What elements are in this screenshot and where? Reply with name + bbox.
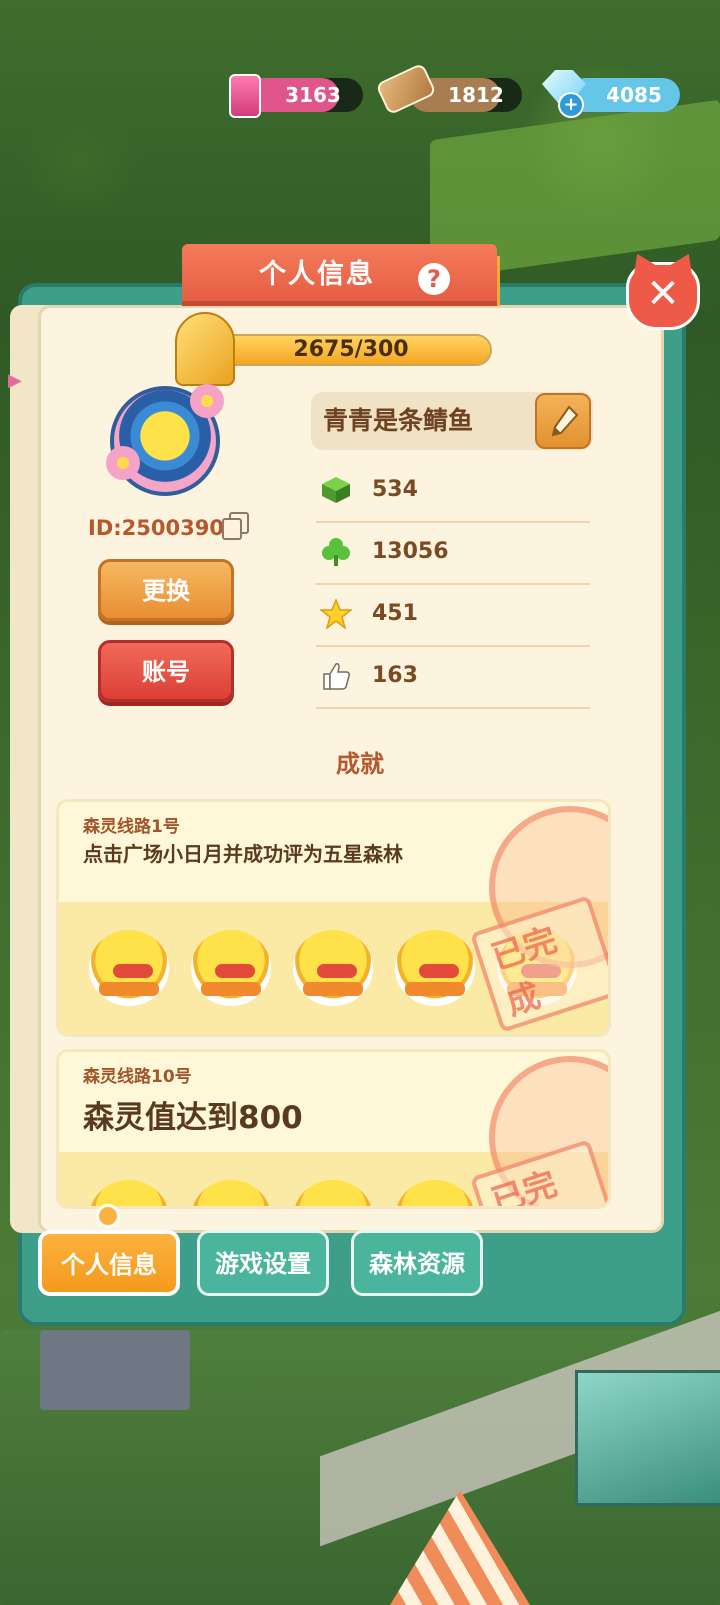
achievement-card[interactable]: 森灵线路1号 点击广场小日月并成功评为五星森林 已完成 — [56, 799, 611, 1037]
active-tab-indicator — [96, 1204, 120, 1228]
level-progress-text: 2675/300 — [293, 337, 409, 362]
wood-resource-counter[interactable]: 1812 — [375, 62, 522, 116]
avatar[interactable] — [106, 384, 224, 496]
ink-bottle-icon — [229, 74, 261, 118]
add-gem-icon[interactable]: + — [558, 92, 584, 118]
clover-icon — [322, 538, 350, 566]
likes-value: 163 — [372, 663, 418, 688]
stat-row-clover: 13056 — [316, 521, 590, 585]
copy-id-icon[interactable] — [222, 512, 249, 540]
achievement-description: 点击广场小日月并成功评为五星森林 — [83, 842, 403, 866]
achievement-card[interactable]: 森灵线路10号 森灵值达到800 已完成 — [56, 1049, 611, 1209]
change-avatar-button[interactable]: 更换 — [98, 559, 234, 621]
stat-row-forest-blocks: 534 — [316, 459, 590, 523]
player-name: 青青是条鲭鱼 — [323, 406, 474, 435]
achievements-heading: 成就 — [336, 750, 384, 778]
player-id: ID:25003901 — [88, 516, 239, 540]
achievement-route: 森灵线路1号 — [83, 817, 180, 837]
account-button[interactable]: 账号 — [98, 640, 234, 702]
stars-value: 451 — [372, 601, 418, 626]
achievement-route: 森灵线路10号 — [83, 1067, 192, 1087]
reward-duck-icon — [395, 930, 475, 1006]
pencil-icon — [551, 405, 579, 437]
star-icon — [320, 599, 352, 629]
grass-block-icon — [322, 477, 350, 503]
close-button[interactable]: ✕ — [626, 248, 700, 330]
clover-value: 13056 — [372, 539, 449, 564]
reward-duck-icon — [191, 930, 271, 1006]
ink-resource-value: 3163 — [285, 83, 341, 107]
tab-game-settings[interactable]: 游戏设置 — [197, 1230, 329, 1296]
background-house — [40, 1330, 190, 1410]
stat-row-likes: 163 — [316, 645, 590, 709]
tab-forest-resources[interactable]: 森林资源 — [351, 1230, 483, 1296]
stat-row-stars: 451 — [316, 583, 590, 647]
close-icon: ✕ — [646, 271, 680, 317]
reward-duck-icon — [293, 930, 373, 1006]
tab-personal-info[interactable]: 个人信息 — [38, 1230, 180, 1296]
gem-resource-value: 4085 — [606, 83, 662, 107]
thumbs-up-icon — [323, 663, 350, 690]
achievement-description: 森灵值达到800 — [83, 1100, 303, 1136]
flower-decoration-icon — [106, 446, 140, 480]
help-icon[interactable]: ? — [418, 263, 450, 295]
background-greenhouse — [575, 1370, 720, 1506]
level-progress-bar: 2675/300 — [210, 334, 492, 366]
forest-blocks-value: 534 — [372, 477, 418, 502]
ink-resource-counter[interactable]: 3163 — [229, 74, 363, 118]
reward-duck-icon — [89, 930, 169, 1006]
panel-title: 个人信息 — [259, 259, 375, 290]
edit-name-button[interactable] — [535, 393, 591, 449]
gem-resource-counter[interactable]: + 4085 — [542, 70, 680, 118]
flower-decoration-icon — [190, 384, 224, 418]
side-expand-arrow-icon[interactable]: ▶ — [8, 370, 22, 391]
